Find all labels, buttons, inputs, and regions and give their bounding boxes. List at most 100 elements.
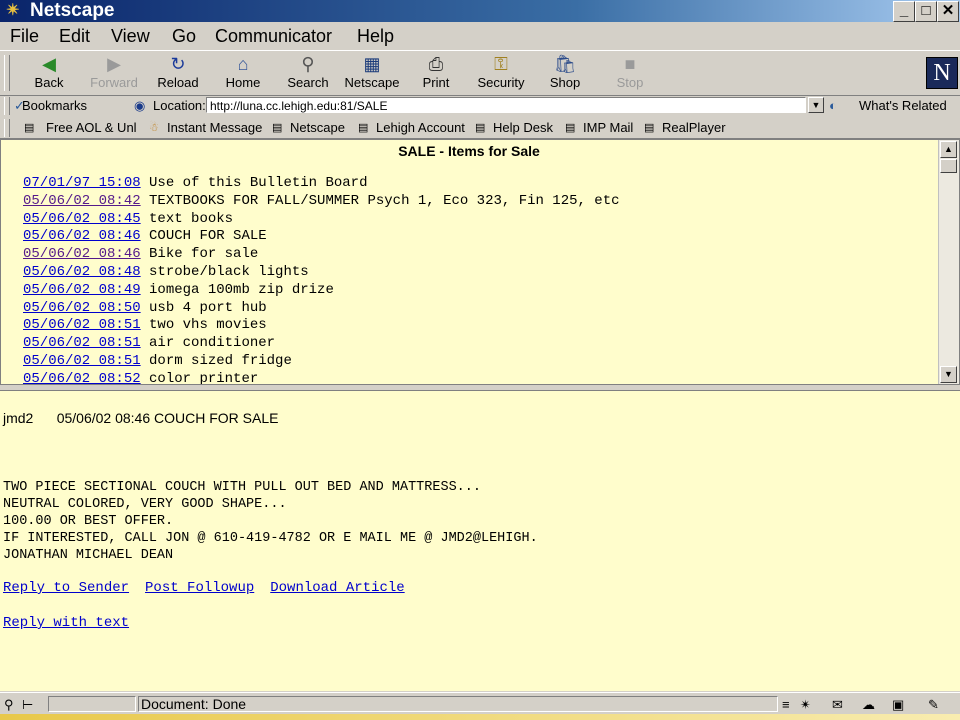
- article-actions: Reply to Sender Post Followup Download Art…: [3, 579, 421, 597]
- minimize-button[interactable]: _: [893, 1, 915, 22]
- reply-to-sender-link[interactable]: Reply to Sender: [3, 580, 129, 596]
- post-row: 07/01/97 15:08 Use of this Bulletin Boar…: [23, 175, 620, 193]
- post-subject: TEXTBOOKS FOR FALL/SUMMER Psych 1, Eco 3…: [149, 192, 620, 209]
- post-followup-link[interactable]: Post Followup: [145, 580, 254, 596]
- post-date-link[interactable]: 05/06/02 08:50: [23, 300, 141, 316]
- post-date-link[interactable]: 05/06/02 08:51: [23, 317, 141, 333]
- component-grip-icon[interactable]: ≡: [782, 694, 790, 716]
- post-row: 05/06/02 08:51 air conditioner: [23, 335, 620, 353]
- post-subject: COUCH FOR SALE: [149, 228, 267, 245]
- toolbar-grip[interactable]: [4, 55, 10, 91]
- menu-go[interactable]: Go: [172, 24, 196, 48]
- post-date-link[interactable]: 05/06/02 08:46: [23, 246, 141, 262]
- menu-communicator[interactable]: Communicator: [215, 24, 332, 48]
- stop-button[interactable]: ■ Stop: [600, 53, 660, 93]
- shop-button[interactable]: 🛍 Shop: [535, 53, 595, 93]
- taskbar-strip: [0, 714, 960, 720]
- post-date-link[interactable]: 05/06/02 08:49: [23, 282, 141, 298]
- menu-help[interactable]: Help: [357, 24, 394, 48]
- bookmark-help-desk[interactable]: Help Desk: [493, 118, 553, 138]
- menu-edit[interactable]: Edit: [59, 24, 90, 48]
- netscape-button[interactable]: ▦ Netscape: [342, 53, 402, 93]
- article-body: TWO PIECE SECTIONAL COUCH WITH PULL OUT …: [3, 479, 538, 564]
- back-button[interactable]: ◀ Back: [19, 53, 79, 93]
- personal-grip[interactable]: [4, 119, 10, 137]
- menu-view[interactable]: View: [111, 24, 150, 48]
- maximize-button[interactable]: □: [915, 1, 937, 22]
- location-dropdown-icon[interactable]: ▼: [808, 97, 824, 113]
- article-line: IF INTERESTED, CALL JON @ 610-419-4782 O…: [3, 531, 538, 546]
- post-date-link[interactable]: 05/06/02 08:51: [23, 353, 141, 369]
- newsgroups-icon[interactable]: ☁: [862, 694, 875, 716]
- post-row: 05/06/02 08:48 strobe/black lights: [23, 264, 620, 282]
- shopping-bag-icon: 🛍: [553, 54, 577, 74]
- netscape-logo: N: [926, 57, 958, 89]
- post-date-link[interactable]: 07/01/97 15:08: [23, 175, 141, 191]
- listing-scrollbar[interactable]: ▲ ▼: [938, 140, 959, 384]
- security-button[interactable]: ⚿ Security: [471, 53, 531, 93]
- reload-button[interactable]: ↻ Reload: [148, 53, 208, 93]
- post-row: 05/06/02 08:50 usb 4 port hub: [23, 300, 620, 318]
- article-header: jmd2 05/06/02 08:46 COUCH FOR SALE: [3, 409, 278, 427]
- article-frame: jmd2 05/06/02 08:46 COUCH FOR SALE TWO P…: [0, 391, 960, 691]
- post-date-link[interactable]: 05/06/02 08:46: [23, 228, 141, 244]
- article-line: TWO PIECE SECTIONAL COUCH WITH PULL OUT …: [3, 480, 481, 495]
- bookmark-free-aol[interactable]: Free AOL & Unl: [46, 118, 137, 138]
- scroll-down-icon[interactable]: ▼: [940, 366, 957, 383]
- close-button[interactable]: ✕: [937, 1, 959, 22]
- whats-related-icon: ◐: [829, 98, 837, 113]
- search-icon: ⚲: [301, 54, 315, 74]
- location-bar: ✓ Bookmarks ◉ Location: http://luna.cc.l…: [0, 95, 960, 117]
- home-button[interactable]: ⌂ Home: [213, 53, 273, 93]
- bookmark-instant-message[interactable]: Instant Message: [167, 118, 262, 138]
- navigator-icon[interactable]: ✴: [800, 694, 811, 716]
- scroll-up-icon[interactable]: ▲: [940, 141, 957, 158]
- page-proxy-icon[interactable]: ◉: [134, 95, 145, 117]
- post-subject: color printer: [149, 370, 259, 385]
- post-subject: air conditioner: [149, 335, 276, 352]
- online-connection-icon[interactable]: ⊢: [22, 694, 33, 716]
- post-date-link[interactable]: 05/06/02 08:42: [23, 193, 141, 209]
- mail-icon[interactable]: ✉: [832, 694, 843, 716]
- download-article-link[interactable]: Download Article: [270, 580, 404, 596]
- progress-bar: [48, 696, 136, 712]
- menu-file[interactable]: File: [10, 24, 39, 48]
- location-label: Location:: [153, 98, 206, 113]
- window-title: Netscape: [30, 0, 115, 21]
- title-bar: ✴ Netscape _ □ ✕: [0, 0, 960, 22]
- post-date-link[interactable]: 05/06/02 08:45: [23, 211, 141, 227]
- address-book-icon[interactable]: ▣: [892, 694, 904, 716]
- search-button[interactable]: ⚲ Search: [278, 53, 338, 93]
- location-grip[interactable]: [4, 97, 10, 115]
- forward-button[interactable]: ▶ Forward: [84, 53, 144, 93]
- post-subject: text books: [149, 210, 234, 227]
- whats-related-button[interactable]: What's Related: [859, 95, 947, 117]
- post-subject: Bike for sale: [149, 246, 259, 263]
- scroll-thumb[interactable]: [940, 159, 957, 173]
- bookmark-lehigh-account[interactable]: Lehigh Account: [376, 118, 465, 138]
- bookmark-page-icon: ▤: [24, 122, 35, 134]
- bookmark-page-icon: ▤: [272, 122, 283, 134]
- personal-toolbar: ▤ Free AOL & Unl ☃ Instant Message ▤ Net…: [0, 118, 960, 139]
- location-input[interactable]: http://luna.cc.lehigh.edu:81/SALE: [206, 97, 806, 113]
- instant-message-icon: ☃: [149, 122, 159, 134]
- bookmark-imp-mail[interactable]: IMP Mail: [583, 118, 633, 138]
- print-button[interactable]: ⎙ Print: [406, 53, 466, 93]
- reply-with-text-link[interactable]: Reply with text: [3, 615, 129, 631]
- bookmark-page-icon: ▤: [475, 122, 486, 134]
- composer-icon[interactable]: ✎: [928, 694, 939, 716]
- post-row: 05/06/02 08:46 Bike for sale: [23, 246, 620, 264]
- security-lock-icon[interactable]: ⚲: [4, 694, 14, 716]
- post-date-link[interactable]: 05/06/02 08:48: [23, 264, 141, 280]
- post-date-link[interactable]: 05/06/02 08:51: [23, 335, 141, 351]
- bookmark-netscape[interactable]: Netscape: [290, 118, 345, 138]
- printer-icon: ⎙: [428, 54, 444, 74]
- bookmark-realplayer[interactable]: RealPlayer: [662, 118, 726, 138]
- post-subject: Use of this Bulletin Board: [149, 175, 368, 191]
- article-line: 100.00 OR BEST OFFER.: [3, 514, 174, 529]
- status-bar: ⚲ ⊢ Document: Done ≡ ✴ ✉ ☁ ▣ ✎: [0, 692, 960, 715]
- bookmarks-button[interactable]: Bookmarks: [22, 95, 87, 117]
- post-subject: usb 4 port hub: [149, 299, 267, 316]
- post-date-link[interactable]: 05/06/02 08:52: [23, 371, 141, 384]
- article-line: JONATHAN MICHAEL DEAN: [3, 548, 174, 563]
